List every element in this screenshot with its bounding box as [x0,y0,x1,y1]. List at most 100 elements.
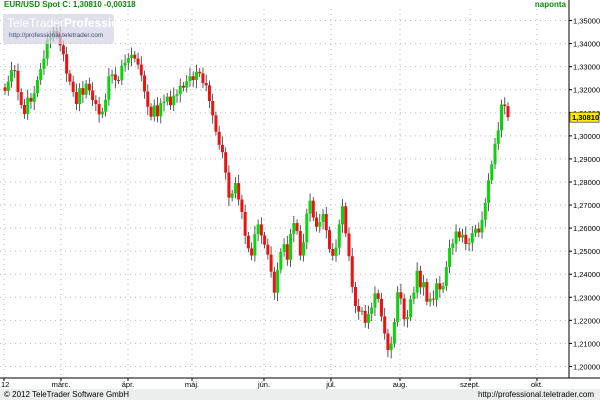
candle-body [373,293,377,308]
candle-body [61,45,65,55]
candle-body [181,85,185,88]
chart-window: 1,350001,340001,330001,320001,310001,300… [0,0,600,400]
candle-body [117,80,121,82]
candle-body [272,271,276,293]
candle-body [428,298,432,302]
candle-body [3,87,7,91]
watermark-url: http://professional.teletrader.com [9,32,104,39]
candle-body [334,247,338,256]
candle-body [276,269,280,293]
candle-body [120,65,124,81]
candle-body [39,68,43,81]
watermark-brand-part1: TeleTrader [7,16,64,30]
candle-body [324,214,328,231]
candle-body [113,74,117,81]
timeframe-label[interactable]: naponta [535,0,566,9]
candle [328,226,332,253]
candle-body [253,234,257,256]
candle-body [214,115,218,132]
candle-body [415,270,419,293]
candle-body [496,130,500,144]
candle-body [78,88,82,105]
candle-body [464,234,468,245]
last-price-tag: 1,30810 [569,111,600,123]
candle-body [246,235,250,249]
y-tick-label: 1,23000 [573,293,600,302]
candle-body [240,199,244,212]
candle-body [217,131,221,145]
candle-body [444,267,448,286]
candle-body [243,211,247,236]
candle-body [126,58,130,63]
chart-header: EUR/USD Spot C: 1,30810 -0,00318 naponta [0,0,600,9]
candle-body [305,213,309,243]
candle-body [68,73,72,82]
candle-body [490,164,494,181]
candle-body [451,243,455,248]
candle-body [412,292,416,300]
candle-body [136,58,140,65]
candle-body [22,104,26,114]
candle-body [461,234,465,238]
candle-body [35,80,39,94]
candle-body [285,244,289,260]
y-axis-ticks: 1,350001,340001,330001,320001,310001,300… [569,17,600,371]
candle [279,248,283,274]
candle-body [493,143,497,165]
candle-body [405,317,409,320]
candle-body [156,105,160,117]
candle-body [81,88,85,95]
website-link[interactable]: http://professional.teletrader.com [478,390,594,400]
candle-body [29,97,33,102]
candle-body [9,70,13,82]
y-tick-label: 1,22000 [573,316,600,325]
candle-body [172,95,176,106]
candle-body [344,206,348,234]
candle-body [266,244,270,255]
y-tick-label: 1,26000 [573,224,600,233]
y-tick-label: 1,21000 [573,339,600,348]
candle-body [298,231,302,256]
candle-body [389,343,393,351]
candle-body [123,62,127,66]
watermark-brand: TeleTraderProfessional [7,16,136,30]
candle-body [71,81,75,93]
candle-body [295,223,299,232]
candle-body [399,292,403,299]
candle-body [162,101,166,104]
candle-body [91,90,95,101]
candle-body [402,298,406,320]
candle-body [207,85,211,102]
candle-body [448,247,452,268]
candle-body [347,233,351,257]
candle-body [42,58,46,69]
candle-body [13,70,17,72]
y-tick-label: 1,32000 [573,86,600,95]
candle-body [366,313,370,323]
x-tick-label: jún. [257,380,270,389]
y-tick-label: 1,27000 [573,201,600,210]
candle-body [84,83,88,95]
candle-body [87,83,91,91]
candle-body [175,94,179,96]
candle-body [470,233,474,243]
candle-body [409,299,413,318]
candle-body [6,81,10,91]
candle-body [487,180,491,203]
candle-body [146,91,150,107]
candle-body [152,105,156,117]
y-tick-label: 1,35000 [573,17,600,26]
candle-body [230,193,234,198]
y-tick-label: 1,25000 [573,247,600,256]
y-tick-label: 1,28000 [573,178,600,187]
candle [396,286,400,327]
candle-body [357,306,361,312]
candle-body [474,228,478,234]
candle-body [308,200,312,214]
candle-body [337,224,341,248]
candle-body [220,144,224,153]
candle-body [302,242,306,256]
last-price-label: 1,30810 [572,113,599,122]
candle-body [386,333,390,351]
candle-body [139,64,143,76]
